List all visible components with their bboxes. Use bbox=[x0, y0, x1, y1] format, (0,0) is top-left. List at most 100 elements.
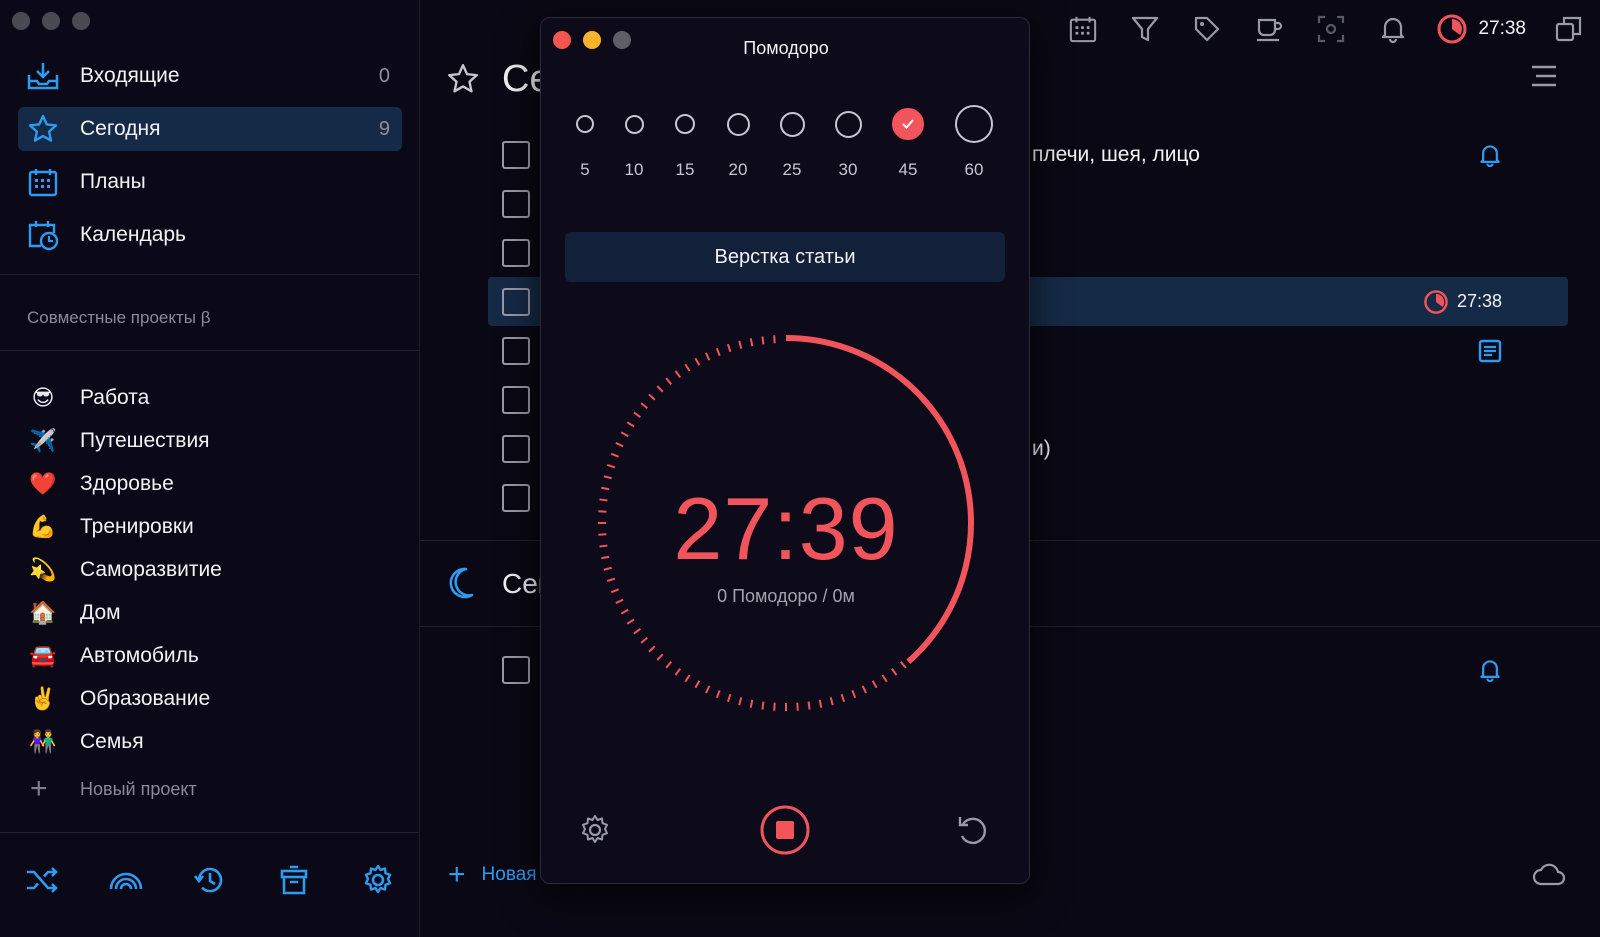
sidebar-item-inbox[interactable]: Входящие 0 bbox=[18, 54, 402, 98]
task-checkbox[interactable] bbox=[502, 483, 530, 512]
focus-icon[interactable] bbox=[1300, 0, 1362, 58]
project-item-car[interactable]: 🚘 Автомобиль bbox=[28, 634, 398, 677]
dial-tick bbox=[626, 618, 635, 625]
close-window-button[interactable] bbox=[12, 12, 30, 30]
project-item-self-development[interactable]: 💫 Саморазвитие bbox=[28, 548, 398, 591]
coffee-cup-icon[interactable] bbox=[1238, 0, 1300, 58]
dial-tick bbox=[738, 340, 743, 349]
project-item-workouts[interactable]: 💪 Тренировки bbox=[28, 505, 398, 548]
sidebar-item-label: Планы bbox=[80, 170, 146, 193]
project-item-education[interactable]: ✌️ Образование bbox=[28, 677, 398, 720]
airplane-emoji-icon: ✈️ bbox=[29, 427, 57, 453]
minimize-window-button[interactable] bbox=[42, 12, 60, 30]
tag-icon[interactable] bbox=[1176, 0, 1238, 58]
star-icon bbox=[26, 112, 60, 146]
filter-icon[interactable] bbox=[1114, 0, 1176, 58]
dial-tick bbox=[807, 701, 811, 710]
cloud-sync-icon[interactable] bbox=[1532, 862, 1566, 893]
dial-tick bbox=[648, 393, 656, 401]
victory-hand-emoji-icon: ✌️ bbox=[29, 685, 57, 711]
note-icon[interactable] bbox=[1478, 339, 1502, 363]
project-item-health[interactable]: ❤️ Здоровье bbox=[28, 462, 398, 505]
active-timer-chip[interactable]: 27:38 bbox=[1424, 13, 1538, 45]
duration-radio bbox=[576, 115, 594, 133]
task-checkbox[interactable] bbox=[502, 238, 530, 267]
project-item-family[interactable]: 👫 Семья bbox=[28, 720, 398, 763]
task-checkbox[interactable] bbox=[502, 655, 530, 684]
dial-tick bbox=[684, 674, 691, 683]
dial-tick bbox=[674, 668, 682, 676]
task-checkbox[interactable] bbox=[502, 434, 530, 463]
pomodoro-task-name[interactable]: Верстка статьи bbox=[565, 232, 1005, 282]
trash-icon[interactable] bbox=[272, 858, 316, 902]
duration-value: 5 bbox=[580, 160, 590, 179]
dial-tick bbox=[715, 689, 721, 699]
top-toolbar: 27:38 bbox=[1052, 0, 1600, 58]
duration-option-25[interactable]: 25 bbox=[764, 104, 820, 180]
shared-projects-title[interactable]: Совместные проекты β bbox=[27, 308, 211, 328]
duration-value: 10 bbox=[624, 160, 644, 179]
sidebar-item-count: 0 bbox=[378, 64, 390, 87]
task-timer-value: 27:38 bbox=[1456, 291, 1502, 311]
duration-radio bbox=[834, 110, 862, 138]
dial-tick bbox=[761, 336, 765, 345]
project-item-work[interactable]: 😎 Работа bbox=[28, 376, 398, 419]
dial-tick bbox=[705, 352, 711, 361]
duration-picker: 5 10 15 20 25 30 45 60 bbox=[565, 104, 1015, 184]
shuffle-icon[interactable] bbox=[20, 858, 64, 902]
duration-option-10[interactable]: 10 bbox=[606, 104, 662, 180]
plus-icon: + bbox=[30, 772, 48, 805]
duration-option-30[interactable]: 30 bbox=[820, 104, 876, 180]
dial-tick bbox=[665, 377, 673, 385]
dial-tick bbox=[829, 697, 834, 706]
zoom-window-button[interactable] bbox=[72, 12, 90, 30]
bell-reminder-icon[interactable] bbox=[1478, 658, 1502, 682]
project-label: Саморазвитие bbox=[80, 557, 222, 581]
new-project-button[interactable]: + Новый проект bbox=[30, 772, 197, 805]
couple-emoji-icon: 👫 bbox=[29, 728, 57, 754]
duration-option-20[interactable]: 20 bbox=[710, 104, 766, 180]
project-item-travel[interactable]: ✈️ Путешествия bbox=[28, 419, 398, 462]
calendar-clock-icon bbox=[26, 218, 60, 252]
bell-icon[interactable] bbox=[1362, 0, 1424, 58]
task-checkbox[interactable] bbox=[502, 140, 530, 169]
pomodoro-controls bbox=[575, 804, 995, 856]
dial-tick bbox=[684, 363, 691, 372]
task-checkbox[interactable] bbox=[502, 385, 530, 414]
gear-icon[interactable] bbox=[356, 858, 400, 902]
dial-tick bbox=[881, 674, 888, 683]
task-checkbox[interactable] bbox=[502, 287, 530, 316]
app-window: Входящие 0 Сегодня 9 Планы Календарь Сов… bbox=[0, 0, 1600, 937]
projects-list: 😎 Работа ✈️ Путешествия ❤️ Здоровье 💪 Тренир… bbox=[28, 376, 398, 763]
duration-option-60[interactable]: 60 bbox=[946, 104, 1002, 180]
project-item-home[interactable]: 🏠 Дом bbox=[28, 591, 398, 634]
pomodoro-timer-icon bbox=[1424, 289, 1448, 314]
star-outline-icon bbox=[446, 62, 480, 101]
calendar-grid-icon[interactable] bbox=[1052, 0, 1114, 58]
sidebar-item-plans[interactable]: Планы bbox=[18, 160, 402, 204]
duration-radio-selected bbox=[892, 108, 924, 140]
calendar-grid-icon bbox=[26, 165, 60, 199]
duration-option-15[interactable]: 15 bbox=[657, 104, 713, 180]
add-task-button[interactable]: + Новая з bbox=[448, 860, 551, 890]
reset-icon[interactable] bbox=[953, 804, 993, 856]
duration-option-45-selected[interactable]: 45 bbox=[880, 104, 936, 180]
bell-reminder-icon[interactable] bbox=[1478, 143, 1502, 167]
sidebar-item-label: Входящие bbox=[80, 64, 180, 87]
sidebar-divider bbox=[0, 832, 420, 833]
task-checkbox[interactable] bbox=[502, 189, 530, 218]
duration-option-5[interactable]: 5 bbox=[557, 104, 613, 180]
dial-tick bbox=[899, 661, 907, 669]
menu-lines-icon[interactable] bbox=[1530, 64, 1558, 93]
dial-tick bbox=[715, 347, 721, 357]
windows-icon[interactable] bbox=[1538, 0, 1600, 58]
stop-button[interactable] bbox=[759, 804, 811, 856]
task-checkbox[interactable] bbox=[502, 336, 530, 365]
dial-tick bbox=[606, 463, 616, 469]
history-icon[interactable] bbox=[188, 858, 232, 902]
gear-icon[interactable] bbox=[575, 804, 615, 856]
sidebar-item-calendar[interactable]: Календарь bbox=[18, 213, 402, 257]
sunglasses-emoji-icon: 😎 bbox=[31, 384, 55, 410]
rainbow-icon[interactable] bbox=[104, 858, 148, 902]
sidebar-item-today[interactable]: Сегодня 9 bbox=[18, 107, 402, 151]
